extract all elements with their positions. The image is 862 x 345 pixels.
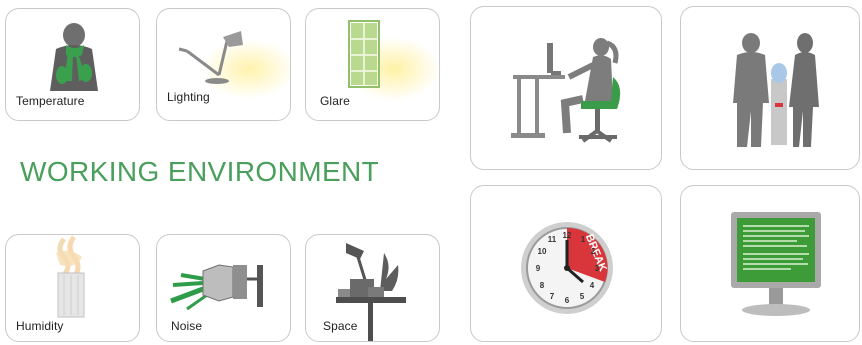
clock-numeral: 10 xyxy=(538,247,547,256)
noise-card: Noise xyxy=(156,234,291,342)
break-clock-icon: BREAK 12 1 2 3 4 5 6 7 8 9 10 11 xyxy=(521,222,613,314)
clock-numeral: 8 xyxy=(540,281,545,290)
clock-numeral: 12 xyxy=(563,231,572,240)
clock-numeral: 4 xyxy=(590,281,595,290)
clock-numeral: 2 xyxy=(591,247,596,256)
water-cooler-conversation-icon xyxy=(733,33,819,147)
office-chair-desk-icon xyxy=(511,38,621,143)
clock-numeral: 6 xyxy=(565,296,570,305)
humidity-label: Humidity xyxy=(16,319,64,333)
lighting-card: Lighting xyxy=(156,8,291,121)
page-title: WORKING ENVIRONMENT xyxy=(20,156,380,187)
clock-numeral: 11 xyxy=(548,235,557,244)
clock-numeral: 9 xyxy=(536,264,541,273)
clock-numeral: 5 xyxy=(580,292,585,301)
lighting-label: Lighting xyxy=(167,90,210,104)
glare-label: Glare xyxy=(320,94,350,108)
monitor-text-icon xyxy=(731,212,821,316)
glare-card: Glare xyxy=(305,8,440,121)
temperature-card: Temperature xyxy=(5,8,140,121)
clock-numeral: 7 xyxy=(550,292,555,301)
colleagues-talking-card xyxy=(680,6,860,170)
space-card: Space xyxy=(305,234,440,342)
ergonomic-workstation-card xyxy=(470,6,662,170)
humidity-card: Humidity xyxy=(5,234,140,342)
clock-numeral: 1 xyxy=(581,235,586,244)
temperature-label: Temperature xyxy=(16,94,85,108)
break-reminder-card: BREAK 12 1 2 3 4 5 6 7 8 9 10 11 xyxy=(470,185,662,342)
monitor-card xyxy=(680,185,860,342)
clock-numeral: 3 xyxy=(595,264,600,273)
space-label: Space xyxy=(323,319,358,333)
noise-label: Noise xyxy=(171,319,203,333)
desk-lamp-icon xyxy=(178,31,290,99)
